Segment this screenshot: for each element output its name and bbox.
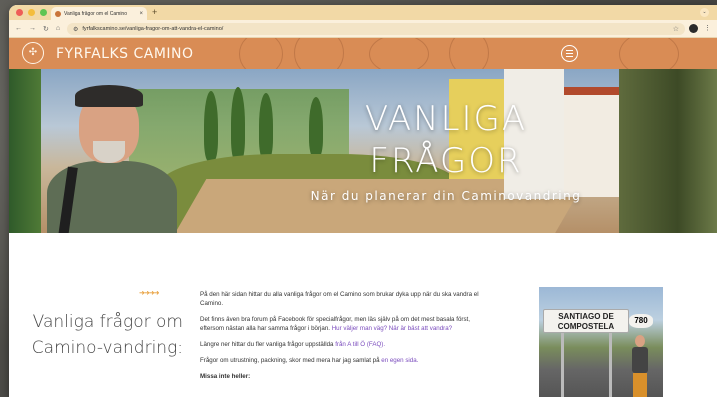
back-button[interactable]: ← (15, 25, 22, 33)
reload-button[interactable]: ↻ (43, 25, 49, 33)
article-text: På den här sidan hittar du alla vanliga … (200, 290, 490, 388)
hero-banner: VANLIGA FRÅGOR När du planerar din Camin… (9, 69, 717, 233)
paragraph: Längre ner hittar du fler vanliga frågor… (200, 340, 490, 349)
site-info-icon[interactable]: ⚙ (73, 26, 78, 33)
decorative-stamp (239, 38, 283, 69)
arrow-decoration-icon: ➜➜➜➜ (139, 290, 159, 297)
menu-line (566, 56, 573, 58)
dont-miss-label: Missa inte heller: (200, 373, 251, 380)
tab-search-icon[interactable]: ⌄ (700, 8, 709, 17)
route-choice-link[interactable]: Hur väljer man väg? När är bäst att vand… (332, 325, 452, 332)
tab-close-icon[interactable]: × (139, 11, 143, 17)
main-content: ➜➜➜➜ Vanliga frågor om Camino-vandring: … (9, 233, 717, 397)
profile-avatar-icon[interactable] (689, 24, 698, 33)
browser-menu-icon[interactable]: ⋮ (704, 24, 711, 33)
forward-button[interactable]: → (29, 25, 36, 33)
sign-post (609, 333, 612, 397)
sign-line1: SANTIAGO DE (558, 312, 614, 321)
hamburger-menu-button[interactable] (561, 45, 578, 62)
faq-link[interactable]: från A till Ö (FAQ). (335, 341, 385, 348)
site-favicon-icon (55, 10, 61, 17)
menu-line (566, 52, 573, 55)
decorative-stamp (294, 38, 344, 69)
minimize-window-button[interactable] (28, 9, 35, 16)
home-button[interactable]: ⌂ (56, 25, 60, 33)
decorative-stamp (369, 38, 429, 69)
toolbar-right: ⋮ (689, 24, 711, 33)
tab-strip: Vanliga frågor om el Camino × + ⌄ (9, 5, 717, 20)
browser-toolbar: ← → ↻ ⌂ ⚙ fyrfalkscamino.se/vanliga-frag… (9, 20, 717, 38)
tab-title: Vanliga frågor om el Camino (64, 10, 127, 17)
site-name[interactable]: FYRFALKS CAMINO (56, 46, 194, 62)
decorative-stamp (449, 38, 489, 69)
address-bar[interactable]: ⚙ fyrfalkscamino.se/vanliga-fragor-om-at… (67, 23, 685, 35)
hero-title-line1: VANLIGA (364, 99, 528, 139)
sign-line2: COMPOSTELA (557, 322, 615, 331)
hero-title-line2: FRÅGOR (369, 141, 523, 181)
paragraph: Missa inte heller: (200, 372, 490, 381)
menu-line (566, 49, 573, 51)
walker-head (635, 335, 645, 347)
paragraph: Frågor om utrustning, packning, skor med… (200, 356, 490, 365)
hero-subtitle: När du planerar din Caminovandring (310, 189, 582, 203)
decorative-stamp (619, 38, 679, 69)
url-text[interactable]: fyrfalkscamino.se/vanliga-fragor-om-att-… (82, 26, 668, 32)
paragraph-text: Längre ner hittar du fler vanliga frågor… (200, 341, 336, 348)
hero-fence (9, 69, 41, 233)
paragraph-text: Frågor om utrustning, packning, skor med… (200, 357, 382, 364)
walker-legs (633, 373, 647, 397)
browser-window: Vanliga frågor om el Camino × + ⌄ ← → ↻ … (9, 5, 717, 397)
maximize-window-button[interactable] (40, 9, 47, 16)
walker-body (632, 347, 648, 373)
equipment-page-link[interactable]: en egen sida. (381, 357, 418, 364)
close-window-button[interactable] (16, 9, 23, 16)
bookmark-star-icon[interactable]: ☆ (673, 25, 679, 33)
site-header: ✣ FYRFALKS CAMINO (9, 38, 717, 69)
tab-active[interactable]: Vanliga frågor om el Camino × (51, 7, 147, 20)
paragraph: På den här sidan hittar du alla vanliga … (200, 291, 479, 307)
new-tab-button[interactable]: + (152, 7, 157, 18)
site-logo-icon[interactable]: ✣ (22, 42, 44, 64)
section-heading: Vanliga frågor om Camino-vandring: (31, 312, 183, 358)
road-sign: SANTIAGO DE COMPOSTELA (543, 309, 629, 333)
sign-number: 780 (629, 314, 653, 328)
navigation-buttons: ← → ↻ ⌂ (15, 25, 60, 33)
sign-post (561, 333, 564, 397)
window-controls (16, 9, 47, 16)
paragraph: Det finns även bra forum på Facebook för… (200, 315, 490, 333)
santiago-sign-photo: SANTIAGO DE COMPOSTELA 780 (539, 287, 663, 397)
